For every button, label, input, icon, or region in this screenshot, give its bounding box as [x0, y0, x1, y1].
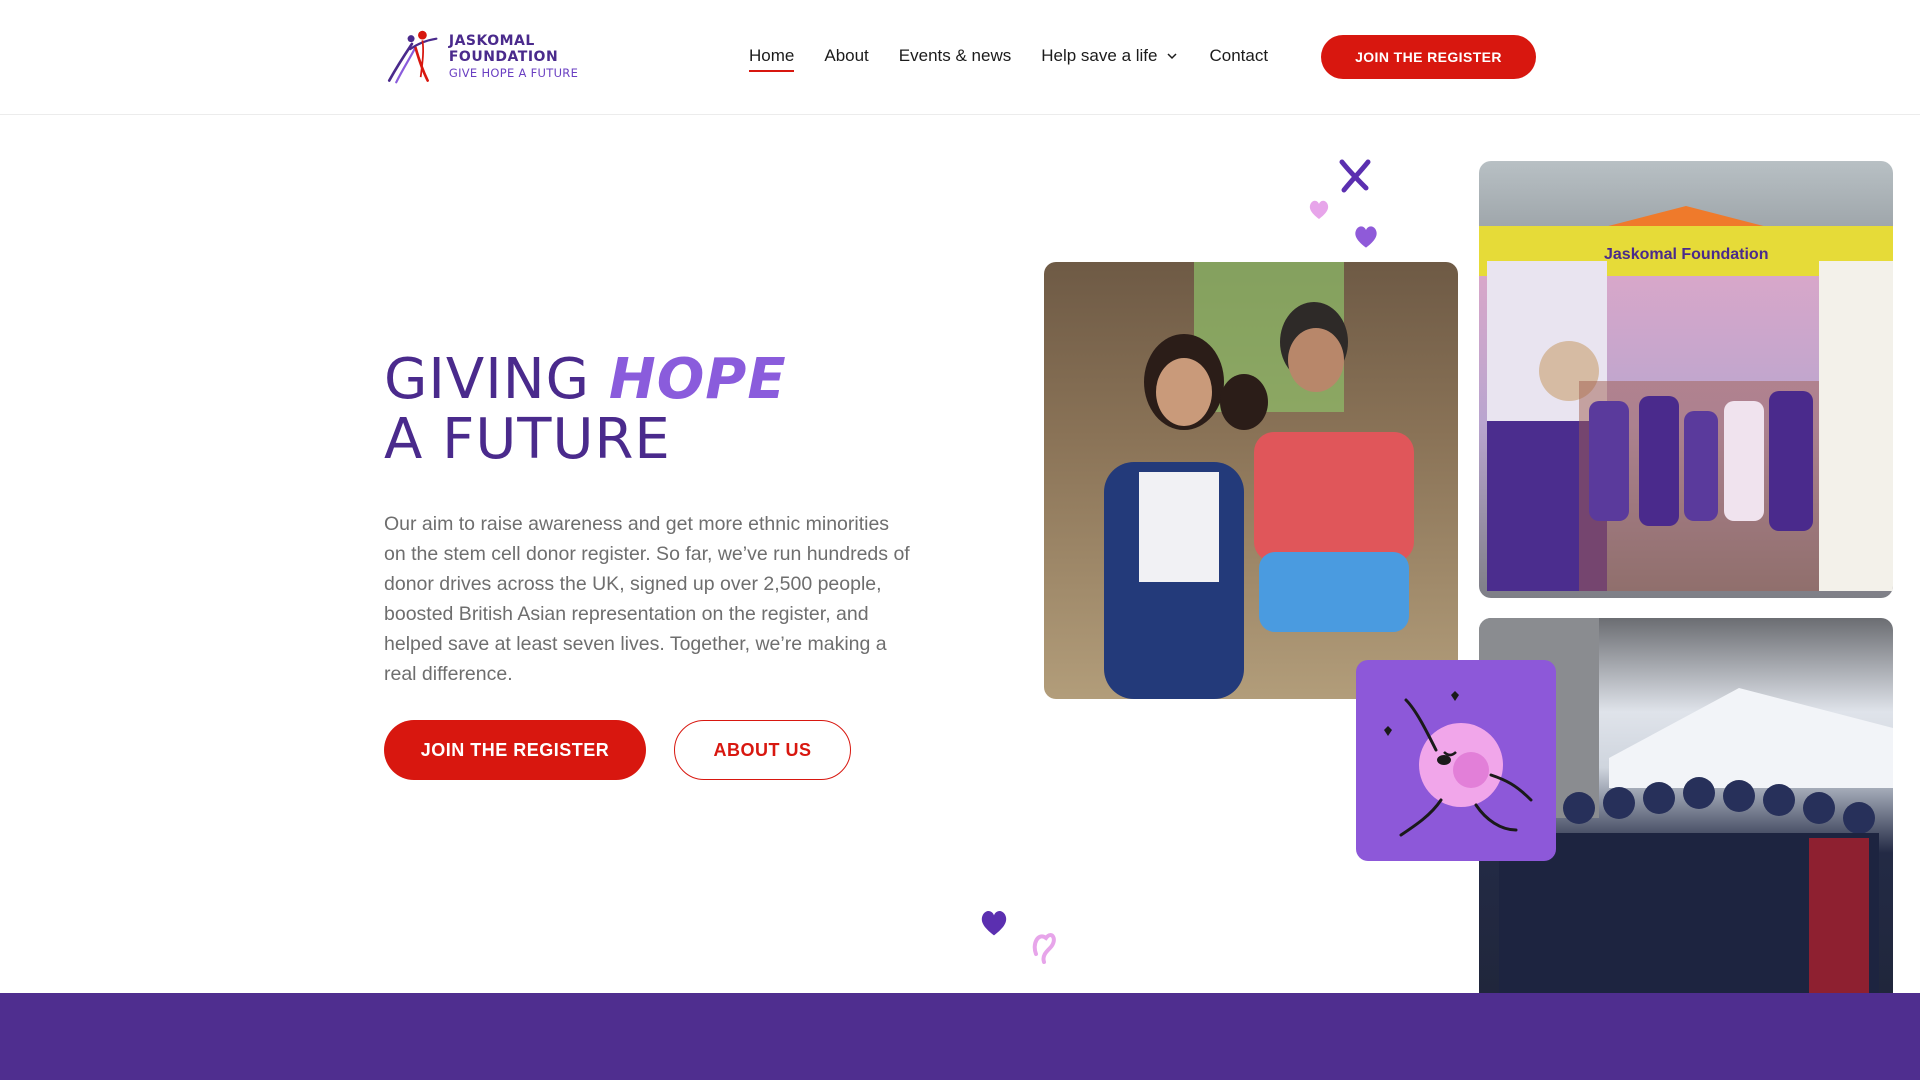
- site-logo[interactable]: JASKOMAL FOUNDATION GIVE HOPE A FUTURE: [384, 24, 624, 90]
- nav-events-news[interactable]: Events & news: [899, 46, 1011, 66]
- logo-tagline: GIVE HOPE A FUTURE: [448, 66, 579, 81]
- family-photo: [1044, 262, 1458, 699]
- heart-icon: [981, 911, 1007, 936]
- main-nav: Home About Events & news Help save a lif…: [749, 46, 1298, 72]
- heart-icon: [1309, 200, 1329, 219]
- hero-title-line1: GIVING: [384, 347, 609, 412]
- hero-description: Our aim to raise awareness and get more …: [384, 513, 910, 685]
- site-header: JASKOMAL FOUNDATION GIVE HOPE A FUTURE H…: [0, 0, 1920, 115]
- nav-home[interactable]: Home: [749, 46, 795, 72]
- stall-banner-text: Jaskomal Foundation: [1604, 246, 1769, 263]
- ribbon-heart-icon: [1339, 159, 1371, 193]
- join-register-button[interactable]: JOIN THE REGISTER: [384, 720, 646, 780]
- about-us-button[interactable]: ABOUT US: [674, 720, 851, 780]
- nav-help-save-a-life[interactable]: Help save a life: [1041, 46, 1179, 66]
- hero-title: GIVING HOPE A FUTURE: [384, 350, 787, 470]
- logo-title: JASKOMAL FOUNDATION: [448, 33, 559, 65]
- hero-title-accent: HOPE: [608, 347, 787, 412]
- stall-photo: Jaskomal Foundation: [1479, 161, 1893, 598]
- chevron-down-icon: [1167, 53, 1178, 60]
- purple-band: [0, 993, 1920, 1080]
- nav-contact[interactable]: Contact: [1209, 46, 1268, 66]
- header-join-register-button[interactable]: JOIN THE REGISTER: [1321, 35, 1536, 79]
- nav-about[interactable]: About: [824, 46, 868, 66]
- nav-help-save-a-life-label: Help save a life: [1041, 46, 1158, 65]
- ribbon-heart-icon: [1032, 933, 1056, 964]
- heart-icon: [1355, 226, 1377, 248]
- mascot-illustration: [1356, 660, 1556, 861]
- logo-figures-icon: [387, 30, 438, 84]
- hero-title-line2: A FUTURE: [384, 407, 671, 472]
